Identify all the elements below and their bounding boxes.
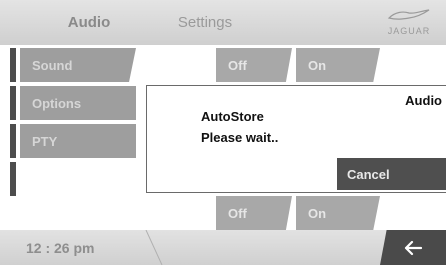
menu-item-label: PTY <box>32 133 58 149</box>
dialog-title: Audio <box>405 93 442 108</box>
menu-item-label: Options <box>32 95 82 111</box>
back-button[interactable] <box>380 230 446 265</box>
tab-audio[interactable]: Audio <box>28 0 150 45</box>
clock: 12 : 26 pm <box>26 239 95 256</box>
toggle-label: On <box>308 205 327 221</box>
menu-edge <box>10 124 16 158</box>
menu-item-sound[interactable]: Sound <box>20 48 136 82</box>
brand-wordmark: JAGUAR <box>387 26 431 36</box>
dialog-message-title: AutoStore <box>201 109 264 124</box>
menu-edge <box>10 162 16 196</box>
arrow-left-icon <box>404 240 423 255</box>
toggle-off-top[interactable]: Off <box>216 48 292 82</box>
dialog-message-status: Please wait.. <box>201 130 279 145</box>
toggle-on-top[interactable]: On <box>296 48 380 82</box>
jaguar-leaper-icon <box>387 9 430 20</box>
toggle-on-bottom[interactable]: On <box>296 196 380 230</box>
bottom-divider <box>145 230 163 265</box>
toggle-off-bottom[interactable]: Off <box>216 196 292 230</box>
menu-item-label: Sound <box>32 57 73 73</box>
menu-edge <box>10 48 16 82</box>
menu-item-options[interactable]: Options <box>20 86 136 120</box>
brand-logo: JAGUAR <box>380 6 438 42</box>
menu-item-pty[interactable]: PTY <box>20 124 136 158</box>
toggle-label: On <box>308 57 327 73</box>
menu-edge <box>10 86 16 120</box>
toggle-label: Off <box>228 57 247 73</box>
toggle-label: Off <box>228 205 247 221</box>
tab-settings[interactable]: Settings <box>150 0 260 45</box>
cancel-button[interactable]: Cancel <box>337 158 446 190</box>
cancel-button-label: Cancel <box>347 166 390 182</box>
